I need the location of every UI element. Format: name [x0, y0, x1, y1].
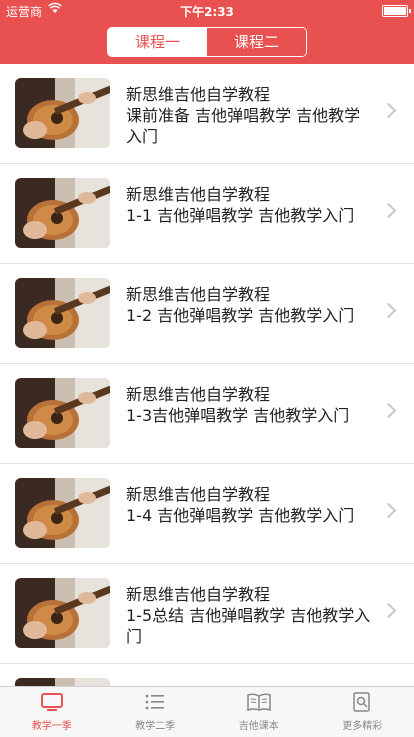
- lesson-row[interactable]: 新思维吉他自学教程: [0, 664, 414, 686]
- lesson-title-line2: 1-1 吉他弹唱教学 吉他教学入门: [126, 205, 374, 226]
- chevron-right-icon: [381, 203, 397, 219]
- lesson-list[interactable]: 新思维吉他自学教程 课前准备 吉他弹唱教学 吉他教学入门 新思维吉他自学教程 1…: [0, 64, 414, 686]
- tab-guitar-book[interactable]: 吉他课本: [207, 687, 311, 737]
- lesson-title: 新思维吉他自学教程 1-3吉他弹唱教学 吉他教学入门: [126, 384, 374, 426]
- guitar-thumbnail: [15, 278, 110, 348]
- lesson-title: 新思维吉他自学教程 课前准备 吉他弹唱教学 吉他教学入门: [126, 84, 374, 147]
- lesson-row[interactable]: 新思维吉他自学教程 1-3吉他弹唱教学 吉他教学入门: [0, 364, 414, 464]
- tab-label: 吉他课本: [207, 717, 311, 732]
- lesson-title: 新思维吉他自学教程 1-2 吉他弹唱教学 吉他教学入门: [126, 284, 374, 326]
- lesson-title-line1: 新思维吉他自学教程: [126, 584, 374, 605]
- lesson-title-line1: 新思维吉他自学教程: [126, 284, 374, 305]
- lesson-title: 新思维吉他自学教程 1-5总结 吉他弹唱教学 吉他教学入门: [126, 584, 374, 647]
- battery-icon: [382, 5, 408, 17]
- lesson-title-line2: 1-2 吉他弹唱教学 吉他教学入门: [126, 305, 374, 326]
- nav-header: 课程一 课程二: [0, 20, 414, 64]
- lesson-title-line1: 新思维吉他自学教程: [126, 84, 374, 105]
- guitar-thumbnail: [15, 378, 110, 448]
- guitar-thumbnail: [15, 478, 110, 548]
- guitar-thumbnail: [15, 578, 110, 648]
- lesson-title-line2: 1-4 吉他弹唱教学 吉他教学入门: [126, 505, 374, 526]
- course-segmented-control: 课程一 课程二: [107, 27, 307, 57]
- tab-season-one[interactable]: 教学一季: [0, 687, 104, 737]
- tab-season-two[interactable]: 教学二季: [104, 687, 208, 737]
- chevron-right-icon: [381, 403, 397, 419]
- document-search-icon: [311, 687, 414, 717]
- book-icon: [207, 687, 311, 717]
- lesson-title-line2: 1-5总结 吉他弹唱教学 吉他教学入门: [126, 605, 374, 647]
- guitar-thumbnail: [15, 178, 110, 248]
- chevron-right-icon: [381, 303, 397, 319]
- list-icon: [104, 687, 208, 717]
- guitar-thumbnail: [15, 678, 110, 686]
- lesson-title-line1: 新思维吉他自学教程: [126, 384, 374, 405]
- lesson-row[interactable]: 新思维吉他自学教程 课前准备 吉他弹唱教学 吉他教学入门: [0, 64, 414, 164]
- status-bar: 运营商 下午2:33: [0, 0, 414, 20]
- chevron-right-icon: [381, 603, 397, 619]
- segment-course-one[interactable]: 课程一: [108, 28, 207, 56]
- lesson-row[interactable]: 新思维吉他自学教程 1-4 吉他弹唱教学 吉他教学入门: [0, 464, 414, 564]
- chevron-right-icon: [381, 503, 397, 519]
- lesson-title: 新思维吉他自学教程 1-4 吉他弹唱教学 吉他教学入门: [126, 484, 374, 526]
- chevron-right-icon: [381, 103, 397, 119]
- lesson-row[interactable]: 新思维吉他自学教程 1-1 吉他弹唱教学 吉他教学入门: [0, 164, 414, 264]
- lesson-row[interactable]: 新思维吉他自学教程 1-5总结 吉他弹唱教学 吉他教学入门: [0, 564, 414, 664]
- guitar-thumbnail: [15, 78, 110, 148]
- lesson-title-line1: 新思维吉他自学教程: [126, 184, 374, 205]
- lesson-row[interactable]: 新思维吉他自学教程 1-2 吉他弹唱教学 吉他教学入门: [0, 264, 414, 364]
- tab-label: 教学一季: [0, 717, 104, 732]
- status-time: 下午2:33: [0, 3, 414, 20]
- monitor-icon: [0, 687, 104, 717]
- lesson-title-line2: 1-3吉他弹唱教学 吉他教学入门: [126, 405, 374, 426]
- tab-bar: 教学一季 教学二季 吉他课本 更多精彩: [0, 686, 414, 737]
- lesson-title-line2: 课前准备 吉他弹唱教学 吉他教学入门: [126, 105, 374, 147]
- segment-course-two[interactable]: 课程二: [207, 28, 306, 56]
- tab-more[interactable]: 更多精彩: [311, 687, 414, 737]
- lesson-title-line1: 新思维吉他自学教程: [126, 484, 374, 505]
- lesson-title: 新思维吉他自学教程 1-1 吉他弹唱教学 吉他教学入门: [126, 184, 374, 226]
- tab-label: 教学二季: [104, 717, 208, 732]
- tab-label: 更多精彩: [311, 717, 414, 732]
